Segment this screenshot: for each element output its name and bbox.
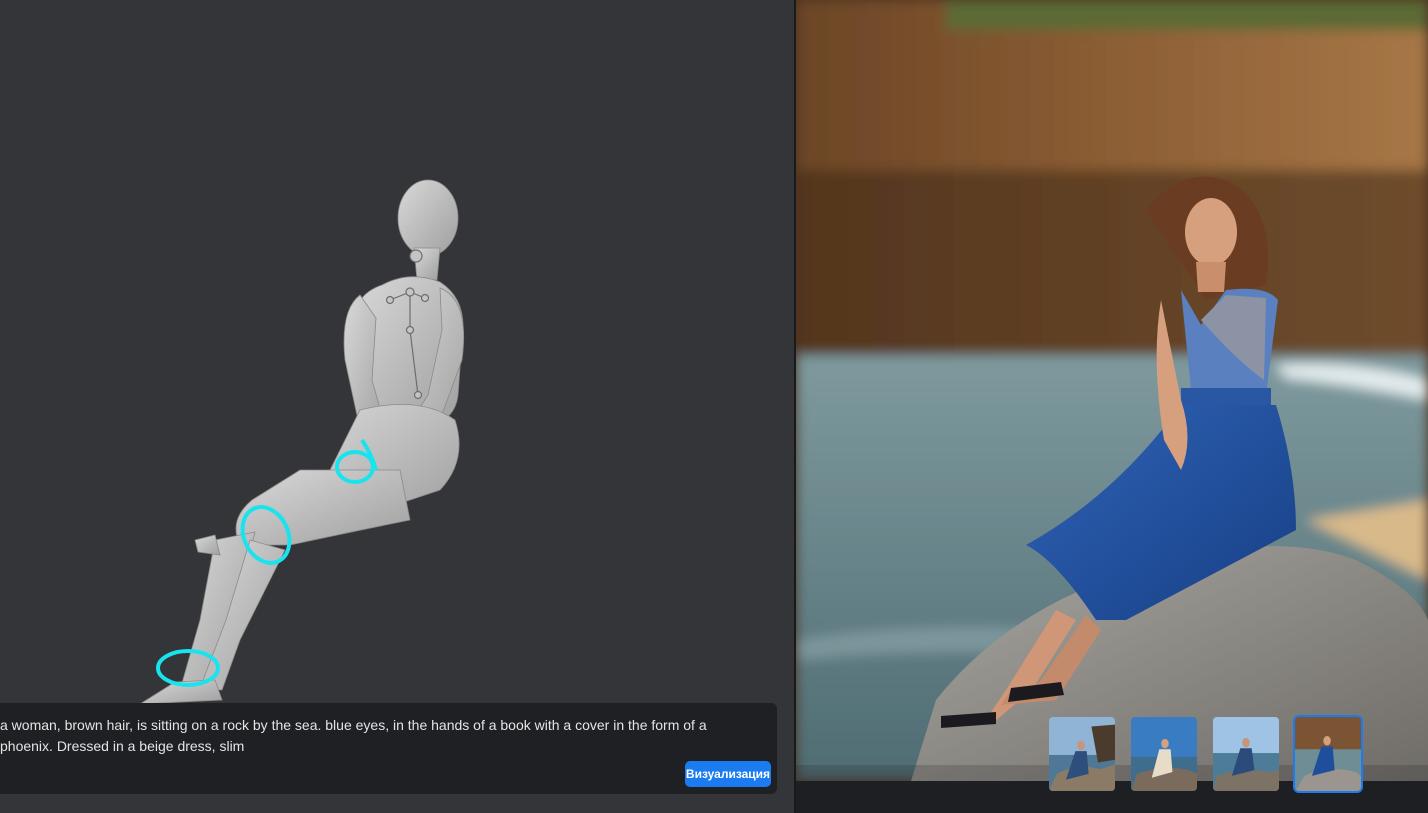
app-window: a woman, brown hair, is sitting on a roc… [0,0,1428,813]
prompt-text[interactable]: a woman, brown hair, is sitting on a roc… [0,715,765,757]
render-preview-image [796,0,1428,781]
mannequin-figure[interactable] [0,0,794,813]
thumbnail-4[interactable] [1293,715,1363,793]
thumbnail-1[interactable] [1047,715,1117,793]
render-preview-panel [796,0,1428,813]
pose-editor-viewport[interactable]: a woman, brown hair, is sitting on a roc… [0,0,794,813]
thumbnail-3[interactable] [1211,715,1281,793]
visualize-button[interactable]: Визуализация [685,761,771,787]
thumbnail-image [1131,717,1197,791]
thumbnail-image [1049,717,1115,791]
thumbnail-image [1213,717,1279,791]
thumbnail-image [1295,717,1361,791]
thumbnail-2[interactable] [1129,715,1199,793]
prompt-box[interactable]: a woman, brown hair, is sitting on a roc… [0,703,777,794]
